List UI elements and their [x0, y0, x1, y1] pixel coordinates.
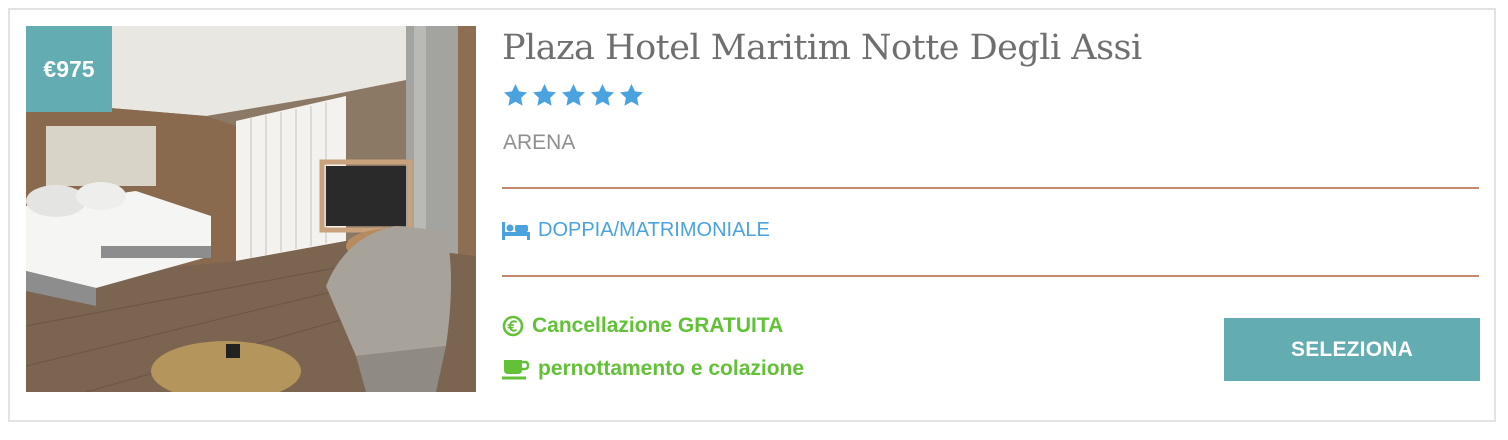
hotel-name[interactable]: Plaza Hotel Maritim Notte Degli Assi [502, 28, 1142, 68]
star-icon [591, 84, 614, 106]
star-icon [533, 84, 556, 106]
price-badge: €975 [26, 26, 112, 112]
coffee-cup-icon [502, 360, 530, 380]
board-feature: pernottamento e colazione [502, 357, 804, 381]
divider-bottom [502, 275, 1479, 277]
room-type-label: DOPPIA/MATRIMONIALE [538, 219, 770, 241]
star-icon [562, 84, 585, 106]
room-type: DOPPIA/MATRIMONIALE [502, 219, 770, 242]
divider-top [502, 187, 1479, 189]
bed-icon [502, 221, 530, 240]
hotel-location: ARENA [503, 131, 576, 154]
star-icon [620, 84, 643, 106]
euro-circle-icon [502, 315, 524, 337]
cancellation-feature: Cancellazione GRATUITA [502, 314, 783, 338]
select-button[interactable]: SELEZIONA [1224, 318, 1480, 381]
star-rating [502, 82, 645, 109]
board-label: pernottamento e colazione [538, 357, 805, 380]
star-icon [504, 84, 527, 106]
cancellation-label: Cancellazione GRATUITA [532, 314, 784, 337]
